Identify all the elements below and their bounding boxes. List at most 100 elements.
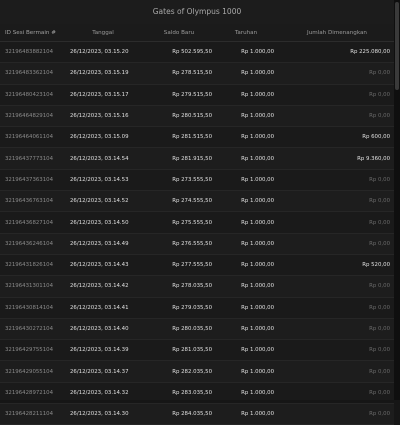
cell-bet: Rp 1.000,00 — [241, 155, 274, 162]
cell-date: 26/12/2023, 03.14.52 — [70, 198, 129, 205]
cell-session-id: 32196428972104 — [5, 389, 54, 396]
cell-session-id: 32196436246104 — [5, 240, 54, 247]
vertical-scrollbar[interactable] — [394, 0, 400, 400]
header-date[interactable]: Tanggal — [68, 30, 138, 36]
cell-balance: Rp 273.555,50 — [172, 176, 212, 183]
cell-date: 26/12/2023, 03.15.20 — [70, 49, 129, 56]
cell-balance: Rp 281.915,50 — [172, 155, 212, 162]
cell-balance: Rp 281.515,50 — [172, 134, 212, 141]
table-row[interactable]: 32196436827104 26/12/2023, 03.14.50 Rp 275… — [0, 212, 394, 234]
cell-bet: Rp 1.000,00 — [241, 283, 274, 290]
header-balance[interactable]: Saldo Baru — [138, 30, 212, 36]
cell-session-id: 32196483882104 — [5, 49, 54, 56]
cell-bet: Rp 1.000,00 — [241, 70, 274, 77]
table-row[interactable]: 32196430272104 26/12/2023, 03.14.40 Rp 280… — [0, 318, 394, 341]
cell-date: 26/12/2023, 03.15.17 — [70, 91, 129, 98]
cell-win-amount: Rp 0,00 — [369, 304, 390, 311]
cell-bet: Rp 1.000,00 — [241, 240, 274, 247]
cell-bet: Rp 1.000,00 — [241, 368, 274, 375]
table-row[interactable]: 32196429755104 26/12/2023, 03.14.39 Rp 281… — [0, 340, 394, 362]
table-row[interactable]: 32196428211104 26/12/2023, 03.14.30 Rp 284… — [0, 404, 394, 425]
table-row[interactable]: 32196480423104 26/12/2023, 03.15.17 Rp 279… — [0, 85, 394, 106]
cell-balance: Rp 502.595,50 — [172, 49, 212, 56]
cell-date: 26/12/2023, 03.14.39 — [70, 347, 129, 354]
cell-session-id: 32196429755104 — [5, 347, 54, 354]
cell-bet: Rp 1.000,00 — [241, 326, 274, 332]
cell-date: 26/12/2023, 03.14.49 — [70, 240, 129, 247]
table-row[interactable]: 32196428972104 26/12/2023, 03.14.32 Rp 283… — [0, 383, 394, 405]
cell-win-amount: Rp 0,00 — [369, 347, 390, 354]
cell-win-amount: Rp 225.080,00 — [350, 49, 390, 56]
scrollbar-thumb[interactable] — [395, 2, 399, 90]
table-row[interactable]: 32196483882104 26/12/2023, 03.15.20 Rp 502… — [0, 42, 394, 64]
cell-balance: Rp 274.555,50 — [172, 198, 212, 205]
cell-balance: Rp 281.035,50 — [172, 347, 212, 354]
table-row[interactable]: 32196437363104 26/12/2023, 03.14.53 Rp 273… — [0, 170, 394, 192]
cell-session-id: 32196431301104 — [5, 283, 54, 290]
table-row[interactable]: 32196464061104 26/12/2023, 03.15.09 Rp 281… — [0, 127, 394, 149]
cell-win-amount: Rp 0,00 — [369, 198, 390, 205]
cell-balance: Rp 278.035,50 — [172, 283, 212, 290]
cell-session-id: 32196429055104 — [5, 368, 54, 375]
cell-balance: Rp 280.035,50 — [172, 326, 212, 332]
cell-win-amount: Rp 0,00 — [369, 113, 390, 120]
table-row[interactable]: 32196431826104 26/12/2023, 03.14.43 Rp 277… — [0, 255, 394, 277]
table-header: ID Sesi Bermain # Tanggal Saldo Baru Tar… — [0, 24, 394, 42]
cell-date: 26/12/2023, 03.14.37 — [70, 368, 129, 375]
table-row[interactable]: 32196436763104 26/12/2023, 03.14.52 Rp 274… — [0, 191, 394, 213]
cell-win-amount: Rp 0,00 — [369, 411, 390, 418]
header-win-amount[interactable]: Jumlah Dimenangkan — [274, 30, 394, 36]
cell-date: 26/12/2023, 03.15.16 — [70, 113, 129, 120]
table-row[interactable]: 32196437773104 26/12/2023, 03.14.54 Rp 281… — [0, 148, 394, 170]
cell-win-amount: Rp 0,00 — [369, 91, 390, 98]
cell-bet: Rp 1.000,00 — [241, 176, 274, 183]
cell-balance: Rp 278.515,50 — [172, 70, 212, 77]
cell-date: 26/12/2023, 03.14.54 — [70, 155, 129, 162]
cell-bet: Rp 1.000,00 — [241, 49, 274, 56]
cell-bet: Rp 1.000,00 — [241, 389, 274, 396]
table-row[interactable]: 32196483362104 26/12/2023, 03.15.19 Rp 278… — [0, 63, 394, 85]
header-bet[interactable]: Taruhan — [212, 30, 274, 36]
cell-session-id: 32196437363104 — [5, 176, 54, 183]
history-table-body: 32196483882104 26/12/2023, 03.15.20 Rp 502… — [0, 42, 394, 425]
cell-session-id: 32196483362104 — [5, 70, 54, 77]
cell-balance: Rp 279.515,50 — [172, 91, 212, 98]
cell-win-amount: Rp 600,00 — [362, 134, 390, 141]
cell-date: 26/12/2023, 03.14.42 — [70, 283, 129, 290]
cell-date: 26/12/2023, 03.14.53 — [70, 176, 129, 183]
cell-bet: Rp 1.000,00 — [241, 198, 274, 205]
cell-bet: Rp 1.000,00 — [241, 219, 274, 226]
cell-bet: Rp 1.000,00 — [241, 134, 274, 141]
cell-win-amount: Rp 9.360,00 — [357, 155, 390, 162]
cell-date: 26/12/2023, 03.15.09 — [70, 134, 129, 141]
cell-date: 26/12/2023, 03.14.41 — [70, 304, 129, 311]
cell-bet: Rp 1.000,00 — [241, 347, 274, 354]
cell-bet: Rp 1.000,00 — [241, 113, 274, 120]
cell-win-amount: Rp 0,00 — [369, 240, 390, 247]
table-row[interactable]: 32196429055104 26/12/2023, 03.14.37 Rp 282… — [0, 361, 394, 383]
table-row[interactable]: 32196464829104 26/12/2023, 03.15.16 Rp 280… — [0, 105, 394, 128]
cell-bet: Rp 1.000,00 — [241, 304, 274, 311]
cell-win-amount: Rp 0,00 — [369, 70, 390, 77]
cell-session-id: 32196430814104 — [5, 304, 54, 311]
cell-win-amount: Rp 0,00 — [369, 176, 390, 183]
cell-session-id: 32196431826104 — [5, 262, 54, 269]
cell-bet: Rp 1.000,00 — [241, 91, 274, 98]
cell-bet: Rp 1.000,00 — [241, 262, 274, 269]
header-session-id[interactable]: ID Sesi Bermain # — [0, 30, 68, 36]
cell-bet: Rp 1.000,00 — [241, 411, 274, 418]
table-row[interactable]: 32196430814104 26/12/2023, 03.14.41 Rp 279… — [0, 298, 394, 319]
cell-balance: Rp 279.035,50 — [172, 304, 212, 311]
history-window: Gates of Olympus 1000 ID Sesi Bermain # … — [0, 0, 394, 425]
cell-session-id: 32196436763104 — [5, 198, 54, 205]
cell-session-id: 32196464061104 — [5, 134, 54, 141]
cell-session-id: 32196436827104 — [5, 219, 54, 226]
game-title: Gates of Olympus 1000 — [0, 0, 394, 24]
table-row[interactable]: 32196431301104 26/12/2023, 03.14.42 Rp 278… — [0, 276, 394, 298]
cell-balance: Rp 280.515,50 — [172, 113, 212, 120]
table-row[interactable]: 32196436246104 26/12/2023, 03.14.49 Rp 276… — [0, 233, 394, 255]
cell-session-id: 32196430272104 — [5, 326, 54, 332]
cell-date: 26/12/2023, 03.14.30 — [70, 411, 129, 418]
cell-balance: Rp 276.555,50 — [172, 240, 212, 247]
cell-balance: Rp 275.555,50 — [172, 219, 212, 226]
